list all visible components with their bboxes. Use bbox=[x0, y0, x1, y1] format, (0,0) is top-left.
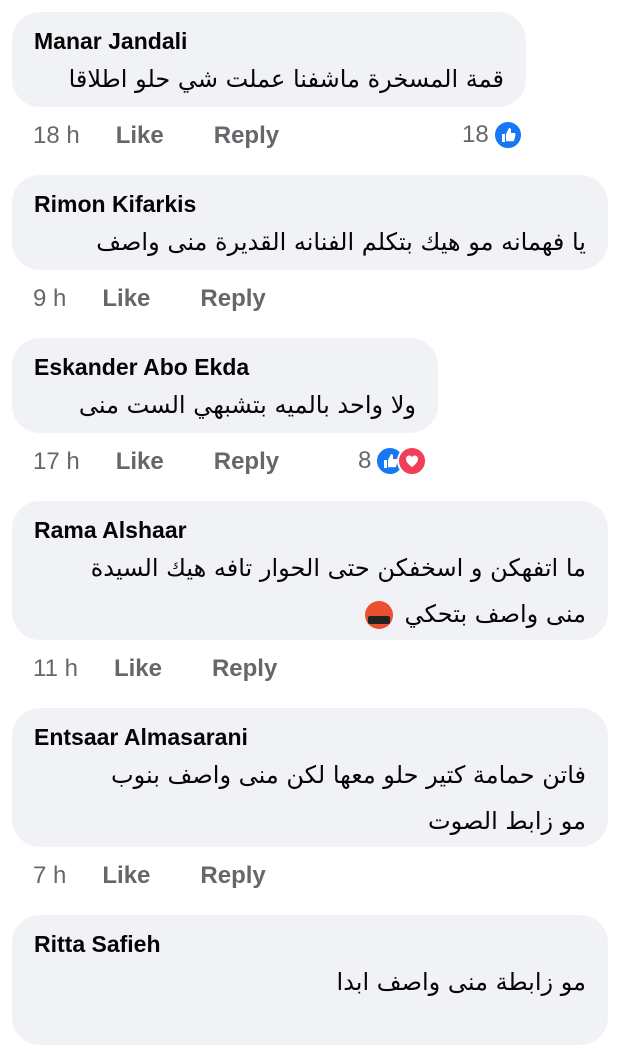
like-button[interactable]: Like bbox=[102, 862, 150, 890]
comment-timestamp[interactable]: 17 h bbox=[33, 448, 80, 476]
like-button[interactable]: Like bbox=[114, 655, 162, 683]
comment-timestamp[interactable]: 11 h bbox=[33, 655, 78, 683]
comment-bubble[interactable]: Rimon Kifarkis يا فهمانه مو هيك بتكلم ال… bbox=[12, 175, 608, 270]
comment-bubble[interactable]: Eskander Abo Ekda ولا واحد بالميه بتشبهي… bbox=[12, 338, 438, 433]
reply-button[interactable]: Reply bbox=[200, 862, 265, 890]
comment-timestamp[interactable]: 9 h bbox=[33, 285, 66, 313]
like-icon bbox=[492, 120, 523, 150]
like-button[interactable]: Like bbox=[116, 122, 164, 150]
comment-author[interactable]: Entsaar Almasarani bbox=[34, 722, 586, 752]
comment-author[interactable]: Ritta Safieh bbox=[34, 929, 586, 959]
like-button[interactable]: Like bbox=[116, 448, 164, 476]
reaction-summary[interactable]: 18 bbox=[462, 117, 523, 153]
comment-author[interactable]: Rama Alshaar bbox=[34, 515, 586, 545]
comment-actions: 18 h Like Reply bbox=[33, 118, 279, 154]
comment-text: مو زابطة منى واصف ابدا bbox=[336, 968, 586, 996]
face-with-symbols-on-mouth-emoji bbox=[364, 601, 393, 629]
comment-text: ولا واحد بالميه بتشبهي الست منى bbox=[78, 391, 416, 419]
comment-actions: 9 h Like Reply bbox=[33, 281, 266, 317]
comment-timestamp[interactable]: 7 h bbox=[33, 862, 66, 890]
comment-text: فاتن حمامة كتير حلو معها لكن منى واصف بن… bbox=[111, 761, 586, 789]
comment-author[interactable]: Eskander Abo Ekda bbox=[34, 352, 416, 382]
reaction-summary[interactable]: 8 bbox=[358, 443, 428, 479]
comment-text-line-2: مو زابط الصوت bbox=[427, 807, 586, 835]
comment-actions: 17 h Like Reply bbox=[33, 444, 279, 480]
comment-text-line-2: منى واصف بتحكي bbox=[34, 591, 586, 637]
comment-bubble[interactable]: Rama Alshaar ما اتفهكن و اسخفكن حتى الحو… bbox=[12, 501, 608, 640]
comment-bubble[interactable]: Entsaar Almasarani فاتن حمامة كتير حلو م… bbox=[12, 708, 608, 847]
like-button[interactable]: Like bbox=[102, 285, 150, 313]
reply-button[interactable]: Reply bbox=[200, 285, 265, 313]
comment-author[interactable]: Rimon Kifarkis bbox=[34, 189, 586, 219]
comment-bubble[interactable]: Manar Jandali قمة المسخرة ماشفنا عملت شي… bbox=[12, 12, 526, 107]
reaction-count: 18 bbox=[462, 121, 489, 148]
reaction-count: 8 bbox=[358, 447, 372, 474]
reply-button[interactable]: Reply bbox=[212, 655, 277, 683]
comment-text: يا فهمانه مو هيك بتكلم الفنانه القديرة م… bbox=[96, 228, 586, 256]
comment-author[interactable]: Manar Jandali bbox=[34, 26, 504, 56]
comment-actions: 11 h Like Reply bbox=[33, 651, 277, 687]
comment-text: قمة المسخرة ماشفنا عملت شي حلو اطلاقا bbox=[68, 65, 504, 93]
love-icon bbox=[397, 446, 428, 476]
comment-bubble[interactable]: Ritta Safieh مو زابطة منى واصف ابدا bbox=[12, 915, 608, 1045]
comment-timestamp[interactable]: 18 h bbox=[33, 122, 80, 150]
comment-text-segment: منى واصف بتحكي bbox=[404, 600, 586, 628]
reply-button[interactable]: Reply bbox=[214, 122, 279, 150]
comment-text: ما اتفهكن و اسخفكن حتى الحوار تافه هيك ا… bbox=[90, 554, 586, 582]
comment-actions: 7 h Like Reply bbox=[33, 858, 266, 894]
reply-button[interactable]: Reply bbox=[214, 448, 279, 476]
